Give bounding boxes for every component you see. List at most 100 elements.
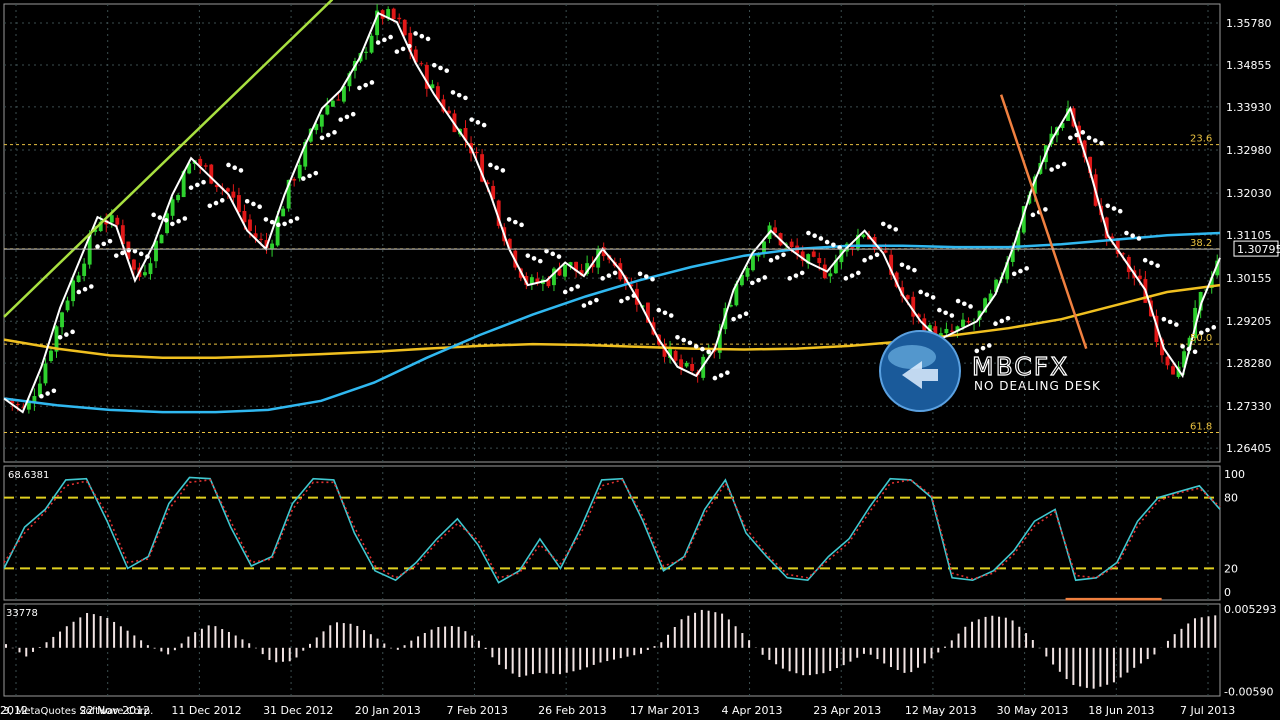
sar-dot: [39, 393, 44, 399]
sar-dot: [625, 295, 630, 301]
sar-dot: [569, 286, 574, 292]
candle-body: [76, 275, 81, 282]
sar-dot: [113, 253, 119, 258]
sar-dot: [1080, 130, 1086, 135]
sar-dot: [344, 114, 350, 120]
sar-dot: [824, 239, 830, 245]
sar-dot: [145, 254, 150, 259]
osc-tick-label: 80: [1224, 492, 1238, 505]
candle-body: [203, 165, 208, 167]
sar-dot: [70, 329, 75, 335]
candle-body: [690, 363, 695, 371]
sar-dot: [787, 276, 793, 281]
sar-dot: [531, 256, 537, 261]
candle-body: [49, 350, 53, 362]
sar-dot: [1105, 203, 1111, 209]
sar-dot: [251, 201, 256, 207]
sar-dot: [64, 332, 69, 337]
sar-dot: [1130, 233, 1135, 239]
sar-dot: [350, 111, 356, 117]
time-tick-label: 4 Apr 2013: [722, 704, 783, 717]
sar-dot: [650, 276, 655, 282]
sar-dot: [163, 218, 169, 223]
sar-dot: [831, 242, 836, 248]
sar-dot: [662, 310, 668, 316]
sar-dot: [619, 298, 624, 304]
candle-body: [248, 219, 252, 231]
price-chart[interactable]: 68.6381 33778 1.35780 1.34855 1.33930 1.329…: [0, 0, 1280, 720]
candle-body: [270, 243, 275, 249]
hist-value-label: 33778: [6, 608, 38, 619]
sar-dot: [157, 215, 163, 220]
sar-dot: [1018, 268, 1023, 274]
sar-dot: [475, 120, 481, 125]
sar-dot: [856, 270, 861, 276]
osc-tick-label: 20: [1224, 562, 1238, 575]
candle-body: [159, 234, 164, 244]
sar-dot: [1136, 236, 1142, 241]
sar-dot: [394, 49, 400, 54]
sar-dot: [768, 257, 774, 263]
price-tick-label: 1.32030: [1226, 187, 1272, 200]
price-tick-label: 1.26405: [1226, 442, 1272, 455]
sar-dot: [843, 276, 849, 281]
sar-dot: [469, 117, 474, 122]
sar-dot: [276, 222, 281, 228]
sar-dot: [82, 286, 88, 292]
sar-dot: [537, 258, 543, 264]
sar-dot: [506, 217, 512, 222]
time-tick-label: 17 Mar 2013: [630, 704, 700, 717]
sar-dot: [1186, 346, 1192, 352]
fib-level-label: 50.0: [1190, 333, 1212, 344]
watermark-tagline: NO DEALING DESK: [974, 379, 1101, 393]
candle-body: [236, 195, 241, 213]
candle-body: [419, 63, 424, 65]
candle-body: [330, 100, 335, 107]
sar-dot: [325, 132, 331, 138]
sar-dot: [1086, 135, 1092, 141]
sar-dot: [743, 311, 749, 317]
sar-dot: [550, 251, 556, 257]
sar-dot: [226, 162, 231, 168]
candle-body: [15, 404, 20, 406]
osc-tick-label: 0: [1224, 586, 1231, 599]
candle-body: [231, 191, 236, 198]
candle-body: [745, 268, 750, 277]
sar-dot: [581, 303, 587, 308]
sar-dot: [257, 204, 262, 209]
time-tick-label: 20 Jan 2013: [355, 704, 421, 717]
sar-dot: [1167, 319, 1173, 325]
candle-body: [225, 188, 230, 192]
price-tick-label: 1.29205: [1226, 315, 1272, 328]
sar-dot: [949, 313, 955, 318]
sar-dot: [1074, 132, 1079, 138]
sar-dot: [232, 165, 238, 171]
sar-dot: [419, 33, 425, 39]
sar-dot: [101, 241, 107, 247]
sar-dot: [400, 46, 406, 52]
candle-body: [292, 179, 297, 181]
candle-body: [673, 350, 678, 361]
sar-dot: [631, 293, 637, 298]
sar-dot: [706, 349, 711, 355]
sar-dot: [818, 236, 824, 241]
candle-body: [242, 211, 247, 223]
sar-dot: [332, 130, 337, 135]
sar-dot: [725, 370, 730, 375]
sar-dot: [238, 168, 244, 173]
time-tick-label: 31 Dec 2012: [263, 704, 333, 717]
sar-dot: [1205, 327, 1210, 333]
candle-body: [563, 264, 567, 277]
sar-dot: [182, 216, 188, 221]
candle-body: [60, 312, 64, 328]
sar-dot: [1192, 349, 1198, 355]
sar-dot: [799, 270, 805, 276]
sar-dot: [481, 122, 487, 128]
sar-dot: [600, 276, 605, 281]
sar-dot: [1061, 161, 1067, 167]
candle-body: [828, 273, 833, 277]
sar-dot: [45, 391, 50, 396]
sar-dot: [438, 65, 443, 71]
candle-body: [811, 251, 816, 257]
sar-dot: [176, 218, 181, 224]
